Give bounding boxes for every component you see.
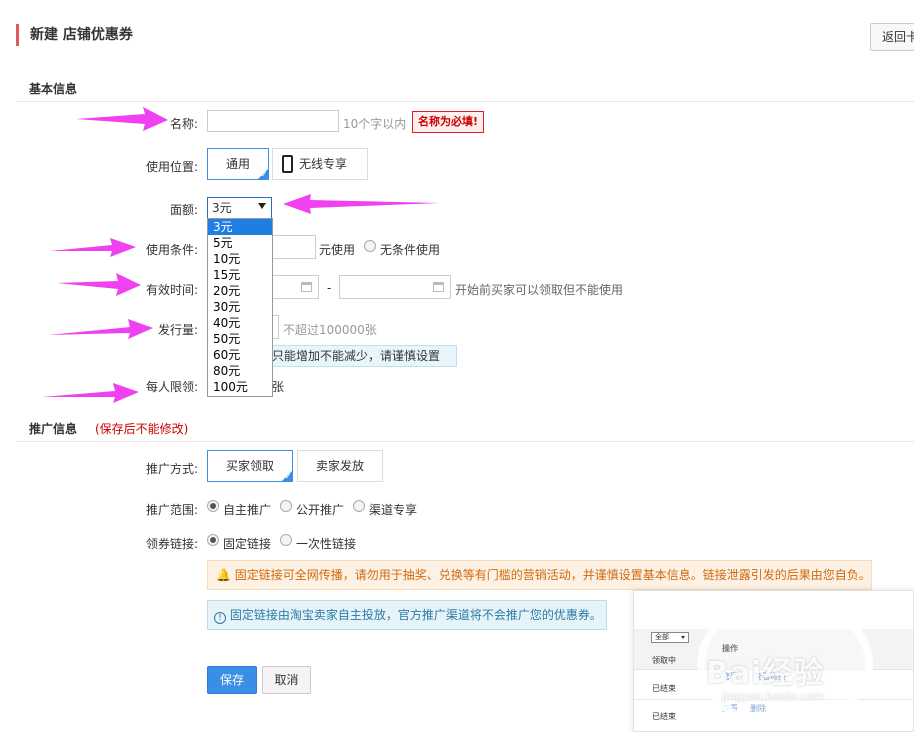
arrow-icon — [57, 273, 141, 296]
arrow-icon — [48, 319, 153, 339]
annotation-arrows — [42, 107, 440, 403]
arrow-icon — [50, 238, 136, 257]
arrow-icon — [283, 194, 440, 214]
arrow-icon — [42, 383, 139, 403]
arrow-icon — [76, 107, 168, 131]
